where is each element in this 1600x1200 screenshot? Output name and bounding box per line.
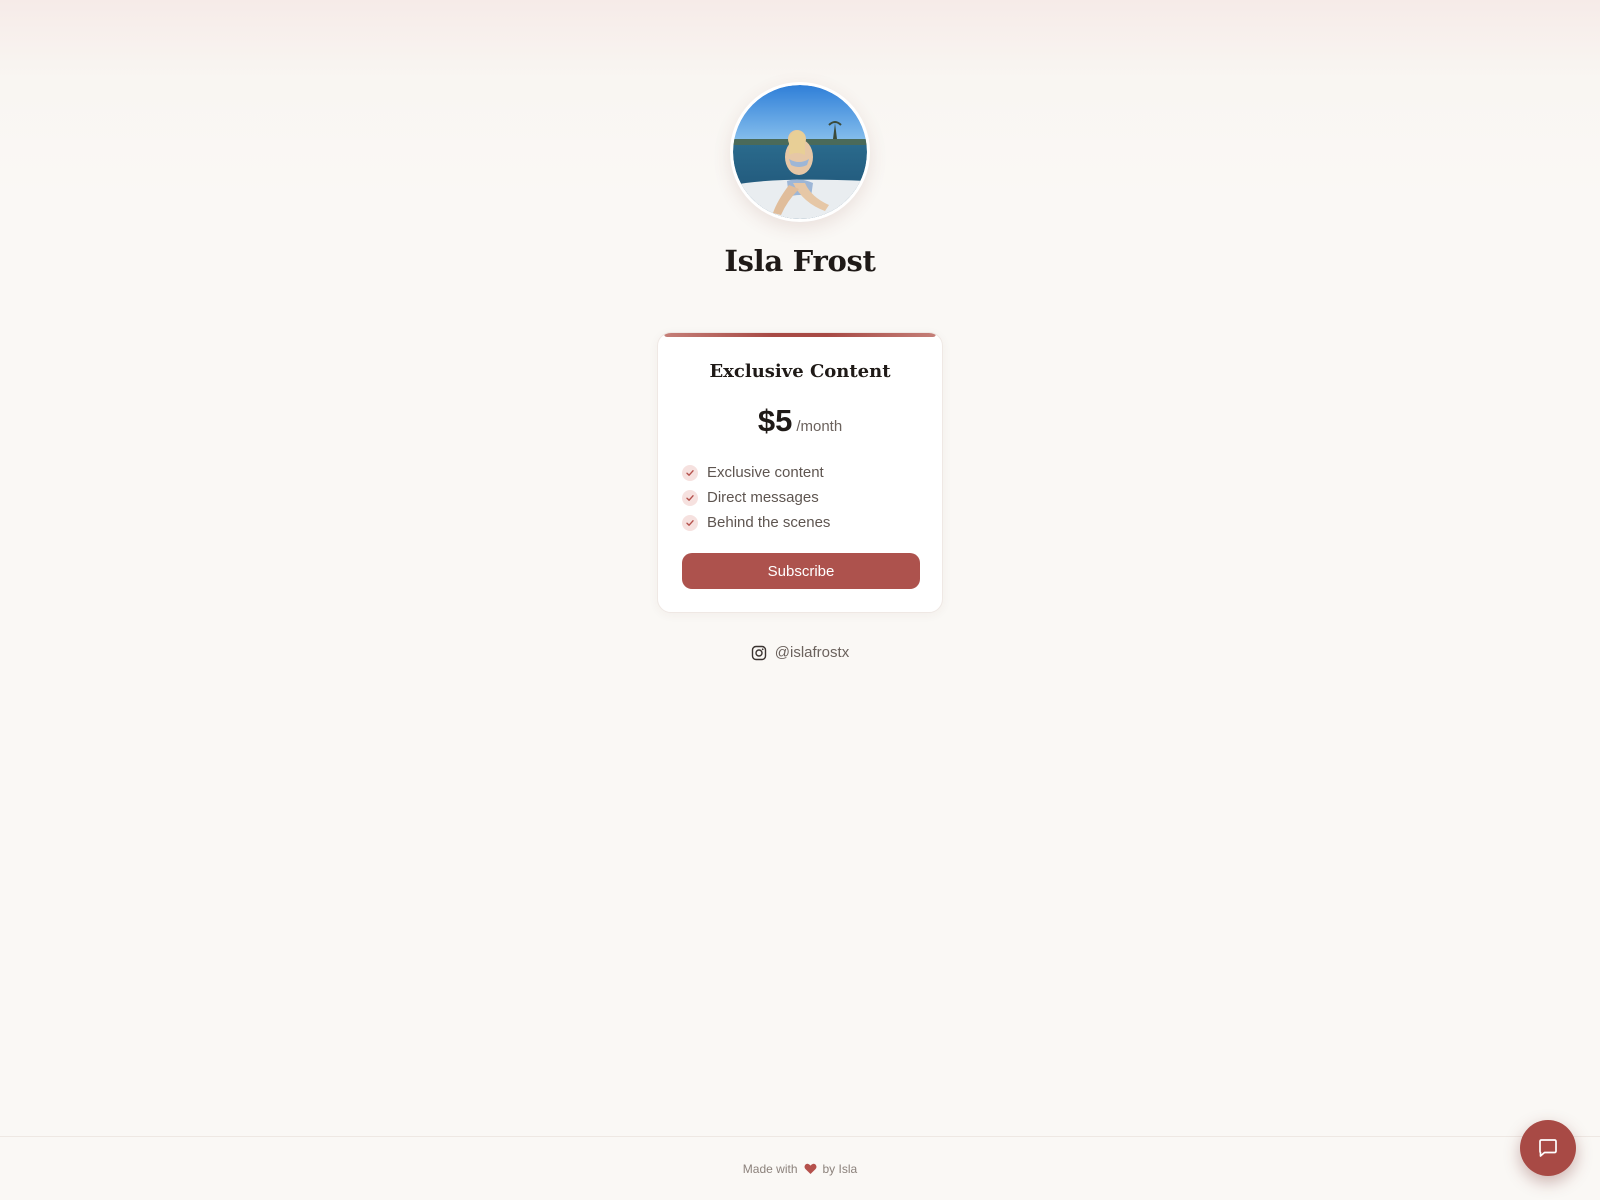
check-icon <box>682 464 698 481</box>
instagram-handle: @islafrostx <box>774 644 850 661</box>
feature-label: Exclusive content <box>707 464 824 481</box>
chat-bubble-icon <box>1537 1137 1559 1159</box>
price-amount: $5 <box>757 403 793 438</box>
price: $5/month <box>658 403 942 439</box>
profile-photo <box>733 85 867 219</box>
feature-label: Behind the scenes <box>707 514 831 531</box>
price-period: /month <box>796 418 843 435</box>
creator-name: Isla Frost <box>724 244 876 278</box>
subscription-card: Exclusive Content $5/month Exclusive con… <box>657 332 943 613</box>
feature-label: Direct messages <box>707 489 819 506</box>
heart-icon <box>804 1163 817 1175</box>
card-accent-bar <box>664 333 936 337</box>
feature-item: Exclusive content <box>682 460 830 485</box>
chat-button[interactable] <box>1520 1120 1576 1176</box>
footer-by: by Isla <box>822 1161 858 1176</box>
instagram-link[interactable]: @islafrostx <box>0 644 1600 661</box>
tier-title: Exclusive Content <box>709 361 891 382</box>
footer: Made with by Isla <box>0 1136 1600 1200</box>
check-icon <box>682 489 698 506</box>
feature-item: Direct messages <box>682 485 830 510</box>
feature-list: Exclusive content Direct messages Behind… <box>682 460 830 535</box>
instagram-icon <box>751 645 767 661</box>
feature-item: Behind the scenes <box>682 510 830 535</box>
creator-page: Isla Frost Exclusive Content $5/month Ex… <box>0 0 1600 1200</box>
avatar <box>730 82 870 222</box>
subscribe-button[interactable]: Subscribe <box>682 553 920 589</box>
footer-made-with: Made with <box>742 1161 798 1176</box>
check-icon <box>682 514 698 531</box>
